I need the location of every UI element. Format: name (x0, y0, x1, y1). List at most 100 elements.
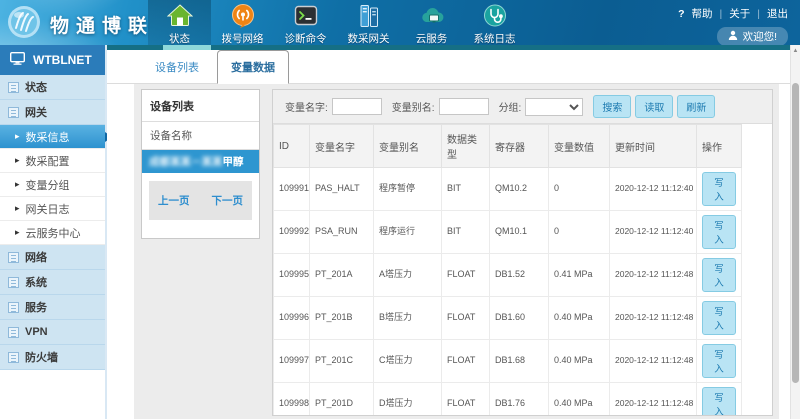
sidebar-item-label: 状态 (25, 79, 47, 95)
brand-text: WTBLNET (33, 53, 92, 67)
cell-datatype: FLOAT (442, 254, 490, 297)
about-link[interactable]: 关于 (729, 6, 750, 21)
table-row: 109998PT_201DD塔压力FLOATDB1.760.40 MPa2020… (274, 383, 742, 417)
device-prev-page-link[interactable]: 上一页 (158, 193, 190, 208)
sidebar-item-network[interactable]: 网络 (0, 245, 105, 270)
topbar-right: ? 帮助 | 关于 | 退出 欢迎您! (678, 6, 788, 45)
nav-item-status[interactable]: 状态 (148, 0, 211, 45)
vertical-scrollbar[interactable]: ▲ (790, 45, 800, 419)
cell-id: 109991 (274, 168, 310, 211)
cell-name: PT_201D (310, 383, 374, 417)
cell-actions: 写入 (697, 340, 742, 383)
sidebar-item-label: VPN (25, 326, 48, 338)
write-button[interactable]: 写入 (702, 301, 736, 335)
cell-register: QM10.2 (490, 168, 549, 211)
column-header: 数据类型 (442, 125, 490, 168)
logo-text: 物通博联 (50, 11, 154, 38)
column-header: 变量别名 (374, 125, 442, 168)
arrow-right-icon: ▸ (15, 227, 20, 238)
write-button[interactable]: 写入 (702, 344, 736, 378)
refresh-button[interactable]: 刷新 (677, 95, 715, 118)
arrow-right-icon: ▸ (15, 203, 20, 214)
nav-label: 云服务 (400, 31, 463, 45)
user-icon (728, 30, 738, 43)
help-link[interactable]: 帮助 (692, 6, 713, 21)
logo: 物通博联 (6, 4, 154, 45)
divider: | (757, 8, 760, 20)
tabbar: 设备列表 变量数据 (107, 50, 800, 84)
sidebar-item-firewall[interactable]: 防火墙 (0, 345, 105, 370)
sidebar-item-label: 防火墙 (25, 349, 58, 365)
nav-item-dial-network[interactable]: 拨号网络 (211, 0, 274, 45)
sidebar-item-data-collection-config[interactable]: ▸数采配置 (0, 149, 105, 173)
cell-register: DB1.68 (490, 340, 549, 383)
sidebar-item-label: 网关 (25, 104, 47, 120)
scrollbar-thumb[interactable] (792, 83, 799, 383)
write-button[interactable]: 写入 (702, 172, 736, 206)
variable-alias-input[interactable] (439, 98, 489, 115)
cell-name: PSA_RUN (310, 211, 374, 254)
sidebar-item-gateway[interactable]: 网关 (0, 100, 105, 125)
cell-updated: 2020-12-12 11:12:40 (610, 168, 697, 211)
nav-item-system-log[interactable]: 系统日志 (463, 0, 526, 45)
filterbar: 变量名字: 变量别名: 分组: 搜索 读取 刷新 (273, 90, 772, 124)
device-name-header: 设备名称 (142, 122, 259, 150)
scrollbar-up-arrow[interactable]: ▲ (791, 45, 800, 58)
cell-datatype: BIT (442, 211, 490, 254)
column-header: 寄存器 (490, 125, 549, 168)
sidebar: WTBLNET 状态网关 ▸数采信息▸数采配置▸变量分组▸网关日志▸云服务中心网络… (0, 45, 107, 419)
welcome-text: 欢迎您! (743, 29, 777, 44)
sidebar-item-gateway-log[interactable]: ▸网关日志 (0, 197, 105, 221)
variable-alias-label: 变量别名: (392, 99, 435, 114)
tab-variable-data[interactable]: 变量数据 (217, 50, 289, 84)
variable-table: ID变量名字变量别名数据类型寄存器变量数值更新时间操作 109991PAS_HA… (273, 124, 742, 416)
cell-value: 0.40 MPa (549, 340, 610, 383)
cell-value: 0 (549, 211, 610, 254)
table-row: 109997PT_201CC塔压力FLOATDB1.680.40 MPa2020… (274, 340, 742, 383)
list-icon (8, 302, 19, 313)
cell-alias: D塔压力 (374, 383, 442, 417)
list-icon (8, 352, 19, 363)
logout-link[interactable]: 退出 (767, 6, 788, 21)
cell-alias: 程序暂停 (374, 168, 442, 211)
nav-item-diagnostic-command[interactable]: 诊断命令 (274, 0, 337, 45)
sidebar-item-data-collection-info[interactable]: ▸数采信息 (0, 125, 105, 149)
cell-alias: C塔压力 (374, 340, 442, 383)
sidebar-item-system[interactable]: 系统 (0, 270, 105, 295)
welcome-pill[interactable]: 欢迎您! (717, 27, 788, 45)
nav-item-cloud-service[interactable]: 云服务 (400, 0, 463, 45)
group-select[interactable] (525, 98, 583, 116)
write-button[interactable]: 写入 (702, 258, 736, 292)
table-row: 109992PSA_RUN程序运行BITQM10.102020-12-12 11… (274, 211, 742, 254)
sidebar-item-vpn[interactable]: VPN (0, 320, 105, 345)
search-button[interactable]: 搜索 (593, 95, 631, 118)
device-name-blurred: 成都某某－某某 (149, 154, 223, 169)
cell-alias: B塔压力 (374, 297, 442, 340)
column-header: ID (274, 125, 310, 168)
cell-id: 109996 (274, 297, 310, 340)
divider: | (720, 8, 723, 20)
write-button[interactable]: 写入 (702, 215, 736, 249)
write-button[interactable]: 写入 (702, 387, 736, 416)
sidebar-item-service[interactable]: 服务 (0, 295, 105, 320)
cell-id: 109997 (274, 340, 310, 383)
cell-datatype: FLOAT (442, 383, 490, 417)
device-list-item[interactable]: 成都某某－某某甲醇 (142, 150, 259, 173)
cell-actions: 写入 (697, 254, 742, 297)
cell-updated: 2020-12-12 11:12:48 (610, 254, 697, 297)
sidebar-item-label: 网络 (25, 249, 47, 265)
read-button[interactable]: 读取 (635, 95, 673, 118)
nav-item-data-gateway[interactable]: 数采网关 (337, 0, 400, 45)
cell-register: QM10.1 (490, 211, 549, 254)
cell-alias: 程序运行 (374, 211, 442, 254)
sidebar-item-cloud-service-center[interactable]: ▸云服务中心 (0, 221, 105, 245)
cell-actions: 写入 (697, 383, 742, 417)
cell-actions: 写入 (697, 297, 742, 340)
terminal-icon (274, 3, 337, 30)
sidebar-item-status[interactable]: 状态 (0, 75, 105, 100)
device-next-page-link[interactable]: 下一页 (212, 193, 244, 208)
sidebar-item-variable-group[interactable]: ▸变量分组 (0, 173, 105, 197)
tab-device-list[interactable]: 设备列表 (145, 51, 209, 83)
device-name-visible: 甲醇 (223, 154, 244, 169)
variable-name-input[interactable] (332, 98, 382, 115)
